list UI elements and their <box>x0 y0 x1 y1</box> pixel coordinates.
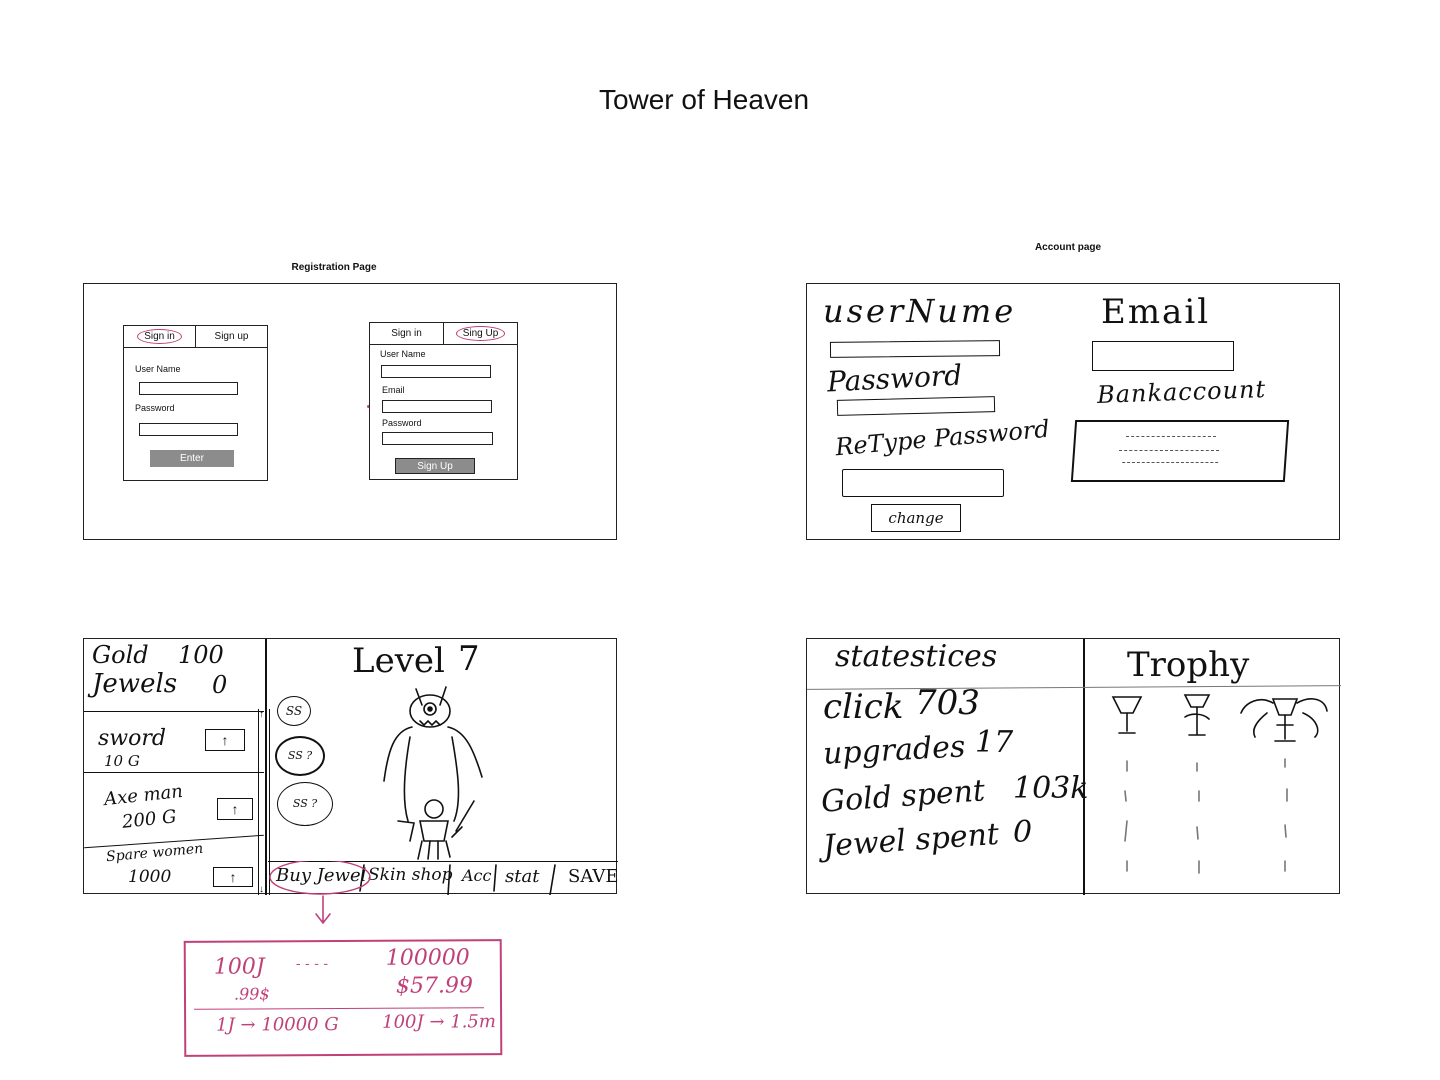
account-frame: userNume Password ReType Password change… <box>806 283 1340 540</box>
tab-signup[interactable]: Sing Up <box>443 323 517 344</box>
stat-label: click <box>823 687 904 727</box>
account-bank-input[interactable] <box>1070 420 1290 482</box>
stat-label: upgrades <box>822 729 967 772</box>
tab-separators <box>269 861 556 895</box>
username-label: User Name <box>135 364 181 374</box>
jewel-pack-large[interactable]: 100000 <box>386 945 470 970</box>
account-retype-label: ReType Password <box>834 414 1051 462</box>
signin-card: Sign in Sign up User Name Password Enter <box>123 325 268 481</box>
gold-value: 100 <box>178 641 224 669</box>
page-title: Tower of Heaven <box>598 84 810 115</box>
account-password-label: Password <box>826 358 963 399</box>
upgrade-row[interactable]: Spare women 1000 ↑ <box>84 840 264 895</box>
email-label: Email <box>382 385 405 395</box>
account-email-label: Email <box>1101 292 1211 332</box>
tab-signup-label: Sing Up <box>455 326 506 341</box>
password-label: Password <box>135 403 175 413</box>
scroll-down-arrow-icon[interactable]: ↓ <box>259 884 264 895</box>
username-label: User Name <box>380 349 426 359</box>
jewel-pack-small[interactable]: 100J <box>214 954 265 979</box>
bank-placeholder-line <box>1122 462 1219 463</box>
tab-signin[interactable]: Sign in <box>124 326 195 347</box>
registration-caption: Registration Page <box>291 262 377 273</box>
account-retype-input[interactable] <box>842 469 1004 497</box>
monster-icon[interactable] <box>374 681 494 861</box>
bank-placeholder-line <box>1119 450 1220 451</box>
account-username-label: userNume <box>823 292 1017 330</box>
jewel-pack-large-price: $57.99 <box>395 973 473 999</box>
signup-button[interactable]: Sign Up <box>395 458 475 474</box>
account-bank-label: Bankaccount <box>1096 375 1267 409</box>
bank-placeholder-line <box>1125 436 1217 437</box>
registration-frame: Sign in Sign up User Name Password Enter… <box>83 283 617 540</box>
arrow-down-icon <box>315 895 331 925</box>
trophy-cup-icon[interactable] <box>1103 691 1151 881</box>
upgrade-button[interactable]: ↑ <box>213 867 253 887</box>
jewel-pack-small-price: .99$ <box>233 984 270 1004</box>
gold-label: Gold <box>92 641 149 669</box>
password-label: Password <box>382 418 422 428</box>
upgrade-row[interactable]: sword 10 G ↑ <box>84 712 264 772</box>
upgrade-cost: 10 G <box>104 752 140 770</box>
upgrade-cost: 1000 <box>128 867 172 887</box>
stat-value: 17 <box>975 725 1014 760</box>
jewels-label: Jewels <box>92 669 178 699</box>
jewel-rate-small: 1J → 10000 G <box>216 1014 339 1036</box>
upgrade-name: Spare women <box>105 840 204 866</box>
password-input[interactable] <box>139 423 238 436</box>
jewel-rate-large: 100J → 1.5m <box>382 1011 496 1033</box>
account-change-button[interactable]: change <box>871 504 961 532</box>
signup-card: Sign in Sing Up User Name Email Password… <box>369 322 518 480</box>
tab-signin-label: Sign in <box>137 329 182 344</box>
scroll-up-arrow-icon[interactable]: ↑ <box>259 709 264 720</box>
stat-label: Jewel spent <box>821 816 1001 865</box>
jewel-pack-dots: - - - - <box>295 956 329 973</box>
skill-bubble[interactable]: SS <box>277 696 311 726</box>
skill-bubble[interactable]: SS ? <box>277 782 333 826</box>
username-input[interactable] <box>381 365 491 378</box>
tab-signin[interactable]: Sign in <box>370 323 443 344</box>
trophy-header: Trophy <box>1127 645 1250 685</box>
jewels-value: 0 <box>212 671 228 699</box>
stat-value: 103k <box>1013 771 1089 806</box>
trophy-flower-icon[interactable] <box>1173 691 1221 881</box>
tab-signup[interactable]: Sign up <box>195 326 267 347</box>
stat-label: Gold spent <box>819 773 987 820</box>
password-input[interactable] <box>382 432 493 445</box>
jewel-purchase-popup: 100J .99$ - - - - 100000 $57.99 1J → 100… <box>183 939 503 1057</box>
upgrade-row[interactable]: Axe man 200 G ↑ <box>84 773 264 843</box>
account-caption: Account page <box>1034 242 1102 253</box>
stats-header: statestices <box>835 639 998 674</box>
upgrade-button[interactable]: ↑ <box>217 798 253 820</box>
skill-bubble[interactable]: SS ? <box>275 736 325 776</box>
popup-divider <box>194 1007 485 1010</box>
trophy-winged-icon[interactable] <box>1237 685 1333 881</box>
username-input[interactable] <box>139 382 238 395</box>
level-value: 7 <box>458 639 480 679</box>
account-username-input[interactable] <box>829 340 1001 358</box>
stats-frame: statestices Trophy click 703 upgrades 17… <box>806 638 1341 895</box>
stat-value: 703 <box>915 683 980 723</box>
email-input[interactable] <box>382 400 492 413</box>
upgrade-button[interactable]: ↑ <box>205 729 245 751</box>
stats-divider-vertical <box>1083 639 1085 895</box>
account-password-input[interactable] <box>836 396 996 416</box>
account-email-input[interactable] <box>1092 341 1234 371</box>
enter-button[interactable]: Enter <box>150 450 234 467</box>
upgrade-cost: 200 G <box>121 806 178 833</box>
stat-value: 0 <box>1013 815 1033 850</box>
upgrade-name: sword <box>98 726 166 751</box>
game-frame: Gold 100 Jewels 0 sword 10 G ↑ Axe man 2… <box>83 638 619 895</box>
level-label: Level <box>352 641 445 681</box>
